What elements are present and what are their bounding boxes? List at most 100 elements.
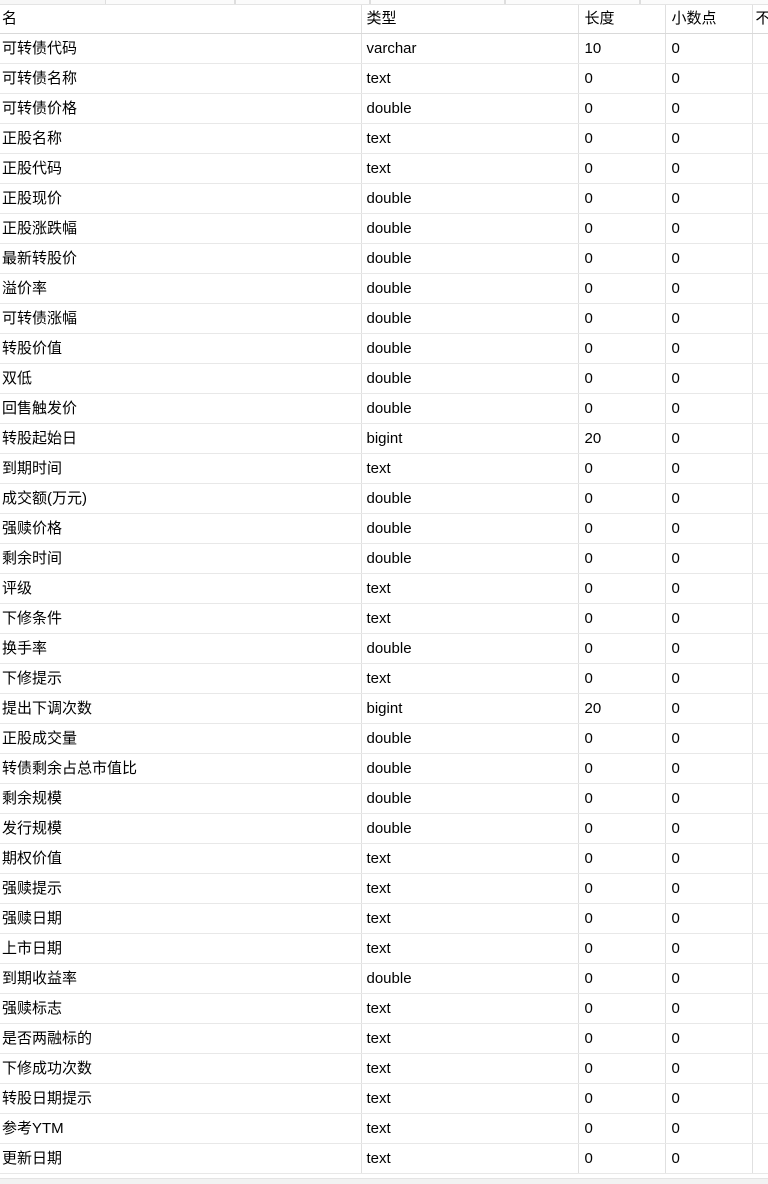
cell-not-null[interactable] <box>752 243 768 274</box>
table-row[interactable]: 换手率 double 0 0 <box>0 633 768 664</box>
cell-length[interactable]: 0 <box>578 93 666 124</box>
table-row[interactable]: 回售触发价 double 0 0 <box>0 393 768 424</box>
cell-length[interactable]: 0 <box>578 933 666 964</box>
cell-decimals[interactable]: 0 <box>665 123 753 154</box>
column-header-not-null[interactable]: 不 <box>752 5 768 34</box>
cell-column-name[interactable]: 强赎提示 <box>0 873 362 904</box>
cell-length[interactable]: 0 <box>578 303 666 334</box>
cell-length[interactable]: 0 <box>578 483 666 514</box>
cell-length[interactable]: 0 <box>578 843 666 874</box>
cell-column-name[interactable]: 成交额(万元) <box>0 483 362 514</box>
cell-length[interactable]: 0 <box>578 993 666 1024</box>
table-row[interactable]: 提出下调次数 bigint 20 0 <box>0 693 768 724</box>
cell-data-type[interactable]: double <box>361 363 579 394</box>
cell-column-name[interactable]: 上市日期 <box>0 933 362 964</box>
cell-not-null[interactable] <box>752 303 768 334</box>
cell-length[interactable]: 0 <box>578 633 666 664</box>
table-row[interactable]: 正股涨跌幅 double 0 0 <box>0 213 768 244</box>
cell-length[interactable]: 0 <box>578 1053 666 1084</box>
table-row[interactable]: 双低 double 0 0 <box>0 363 768 394</box>
cell-column-name[interactable]: 转债剩余占总市值比 <box>0 753 362 784</box>
cell-column-name[interactable]: 剩余时间 <box>0 543 362 574</box>
cell-not-null[interactable] <box>752 573 768 604</box>
cell-data-type[interactable]: text <box>361 1053 579 1084</box>
cell-length[interactable]: 0 <box>578 453 666 484</box>
cell-not-null[interactable] <box>752 693 768 724</box>
cell-column-name[interactable]: 转股价值 <box>0 333 362 364</box>
cell-data-type[interactable]: text <box>361 123 579 154</box>
table-row[interactable]: 转债剩余占总市值比 double 0 0 <box>0 753 768 784</box>
cell-column-name[interactable]: 转股起始日 <box>0 423 362 454</box>
cell-length[interactable]: 0 <box>578 183 666 214</box>
cell-length[interactable]: 0 <box>578 813 666 844</box>
cell-not-null[interactable] <box>752 633 768 664</box>
cell-not-null[interactable] <box>752 933 768 964</box>
cell-length[interactable]: 0 <box>578 123 666 154</box>
cell-data-type[interactable]: double <box>361 723 579 754</box>
cell-length[interactable]: 20 <box>578 693 666 724</box>
cell-not-null[interactable] <box>752 543 768 574</box>
cell-not-null[interactable] <box>752 33 768 64</box>
table-row[interactable]: 是否两融标的 text 0 0 <box>0 1023 768 1054</box>
cell-not-null[interactable] <box>752 1113 768 1144</box>
cell-not-null[interactable] <box>752 153 768 184</box>
column-header-decimals[interactable]: 小数点 <box>665 5 753 34</box>
cell-length[interactable]: 0 <box>578 333 666 364</box>
cell-decimals[interactable]: 0 <box>665 1113 753 1144</box>
cell-decimals[interactable]: 0 <box>665 213 753 244</box>
cell-decimals[interactable]: 0 <box>665 1143 753 1174</box>
table-row[interactable]: 最新转股价 double 0 0 <box>0 243 768 274</box>
table-row[interactable]: 参考YTM text 0 0 <box>0 1113 768 1144</box>
cell-column-name[interactable]: 强赎日期 <box>0 903 362 934</box>
cell-decimals[interactable]: 0 <box>665 573 753 604</box>
cell-data-type[interactable]: text <box>361 663 579 694</box>
cell-column-name[interactable]: 发行规模 <box>0 813 362 844</box>
cell-decimals[interactable]: 0 <box>665 783 753 814</box>
cell-decimals[interactable]: 0 <box>665 63 753 94</box>
cell-not-null[interactable] <box>752 903 768 934</box>
cell-length[interactable]: 0 <box>578 513 666 544</box>
cell-data-type[interactable]: text <box>361 1023 579 1054</box>
cell-decimals[interactable]: 0 <box>665 603 753 634</box>
table-row[interactable]: 成交额(万元) double 0 0 <box>0 483 768 514</box>
cell-column-name[interactable]: 正股名称 <box>0 123 362 154</box>
cell-decimals[interactable]: 0 <box>665 183 753 214</box>
table-row[interactable]: 强赎提示 text 0 0 <box>0 873 768 904</box>
cell-column-name[interactable]: 强赎价格 <box>0 513 362 544</box>
cell-length[interactable]: 0 <box>578 273 666 304</box>
cell-length[interactable]: 0 <box>578 723 666 754</box>
cell-data-type[interactable]: double <box>361 393 579 424</box>
cell-length[interactable]: 0 <box>578 963 666 994</box>
cell-decimals[interactable]: 0 <box>665 363 753 394</box>
cell-data-type[interactable]: text <box>361 573 579 604</box>
cell-decimals[interactable]: 0 <box>665 753 753 784</box>
cell-column-name[interactable]: 可转债价格 <box>0 93 362 124</box>
cell-not-null[interactable] <box>752 723 768 754</box>
cell-data-type[interactable]: text <box>361 63 579 94</box>
cell-data-type[interactable]: double <box>361 633 579 664</box>
cell-decimals[interactable]: 0 <box>665 633 753 664</box>
cell-length[interactable]: 0 <box>578 1023 666 1054</box>
table-row[interactable]: 强赎日期 text 0 0 <box>0 903 768 934</box>
cell-decimals[interactable]: 0 <box>665 963 753 994</box>
cell-column-name[interactable]: 下修条件 <box>0 603 362 634</box>
cell-length[interactable]: 0 <box>578 1083 666 1114</box>
table-row[interactable]: 上市日期 text 0 0 <box>0 933 768 964</box>
cell-not-null[interactable] <box>752 273 768 304</box>
cell-column-name[interactable]: 双低 <box>0 363 362 394</box>
table-row[interactable]: 到期收益率 double 0 0 <box>0 963 768 994</box>
table-row[interactable]: 可转债价格 double 0 0 <box>0 93 768 124</box>
cell-length[interactable]: 0 <box>578 783 666 814</box>
cell-decimals[interactable]: 0 <box>665 1023 753 1054</box>
table-row[interactable]: 转股日期提示 text 0 0 <box>0 1083 768 1114</box>
cell-decimals[interactable]: 0 <box>665 513 753 544</box>
cell-column-name[interactable]: 剩余规模 <box>0 783 362 814</box>
table-row[interactable]: 剩余时间 double 0 0 <box>0 543 768 574</box>
cell-data-type[interactable]: text <box>361 1083 579 1114</box>
table-row[interactable]: 可转债名称 text 0 0 <box>0 63 768 94</box>
table-row[interactable]: 评级 text 0 0 <box>0 573 768 604</box>
cell-length[interactable]: 0 <box>578 903 666 934</box>
cell-data-type[interactable]: bigint <box>361 693 579 724</box>
cell-decimals[interactable]: 0 <box>665 1083 753 1114</box>
cell-data-type[interactable]: text <box>361 603 579 634</box>
